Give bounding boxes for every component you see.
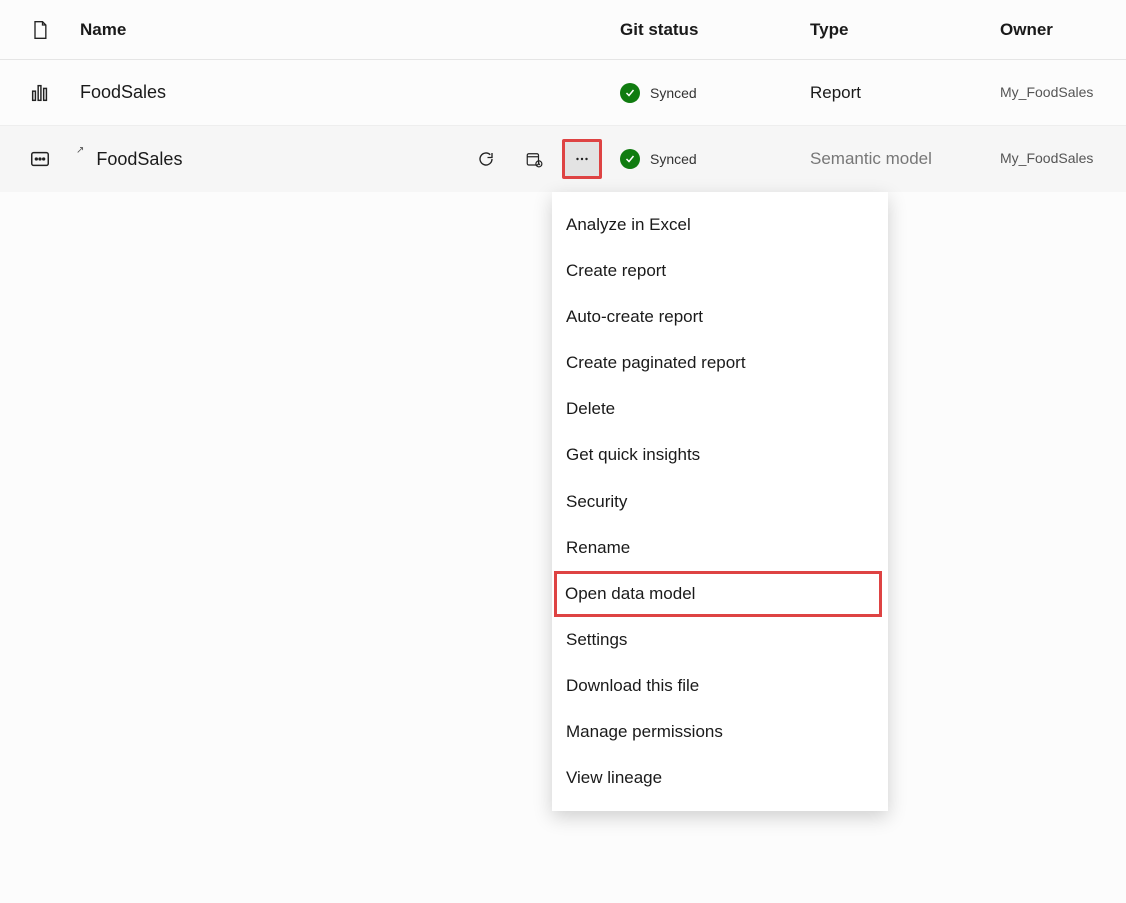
context-menu-item[interactable]: Manage permissions <box>552 709 888 755</box>
column-header-owner[interactable]: Owner <box>1000 20 1126 40</box>
item-name[interactable]: FoodSales <box>80 82 166 103</box>
table-row[interactable]: ↗ FoodSales <box>0 126 1126 192</box>
column-header-type[interactable]: Type <box>810 20 1000 40</box>
schedule-refresh-button[interactable] <box>514 139 554 179</box>
context-menu-item[interactable]: Settings <box>552 617 888 663</box>
context-menu-item[interactable]: Download this file <box>552 663 888 709</box>
context-menu-item[interactable]: Auto-create report <box>552 294 888 340</box>
item-owner: My_FoodSales <box>1000 84 1093 100</box>
row-actions <box>466 139 602 179</box>
item-name[interactable]: FoodSales <box>96 149 182 170</box>
context-menu-item[interactable]: Analyze in Excel <box>552 202 888 248</box>
table-header: Name Git status Type Owner <box>0 0 1126 60</box>
context-menu-item[interactable]: Get quick insights <box>552 432 888 478</box>
table-row[interactable]: FoodSales Synced Report My_FoodSales <box>0 60 1126 126</box>
context-menu-item[interactable]: Create report <box>552 248 888 294</box>
item-type: Report <box>810 83 861 102</box>
report-icon <box>0 82 80 104</box>
context-menu-item[interactable]: Rename <box>552 525 888 571</box>
semantic-model-icon <box>0 148 80 170</box>
synced-icon <box>620 83 640 103</box>
context-menu-item[interactable]: Open data model <box>554 571 882 617</box>
linked-icon: ↗ <box>76 145 84 156</box>
column-header-git[interactable]: Git status <box>620 20 810 40</box>
column-header-icon <box>0 19 80 41</box>
git-status: Synced <box>650 85 697 101</box>
synced-icon <box>620 149 640 169</box>
context-menu-item[interactable]: Create paginated report <box>552 340 888 386</box>
more-options-button[interactable] <box>562 139 602 179</box>
context-menu: Analyze in ExcelCreate reportAuto-create… <box>552 192 888 811</box>
git-status: Synced <box>650 151 697 167</box>
refresh-button[interactable] <box>466 139 506 179</box>
item-owner: My_FoodSales <box>1000 150 1093 166</box>
item-type: Semantic model <box>810 149 932 168</box>
context-menu-item[interactable]: Delete <box>552 386 888 432</box>
context-menu-item[interactable]: Security <box>552 479 888 525</box>
column-header-name[interactable]: Name <box>80 20 620 40</box>
context-menu-item[interactable]: View lineage <box>552 755 888 801</box>
